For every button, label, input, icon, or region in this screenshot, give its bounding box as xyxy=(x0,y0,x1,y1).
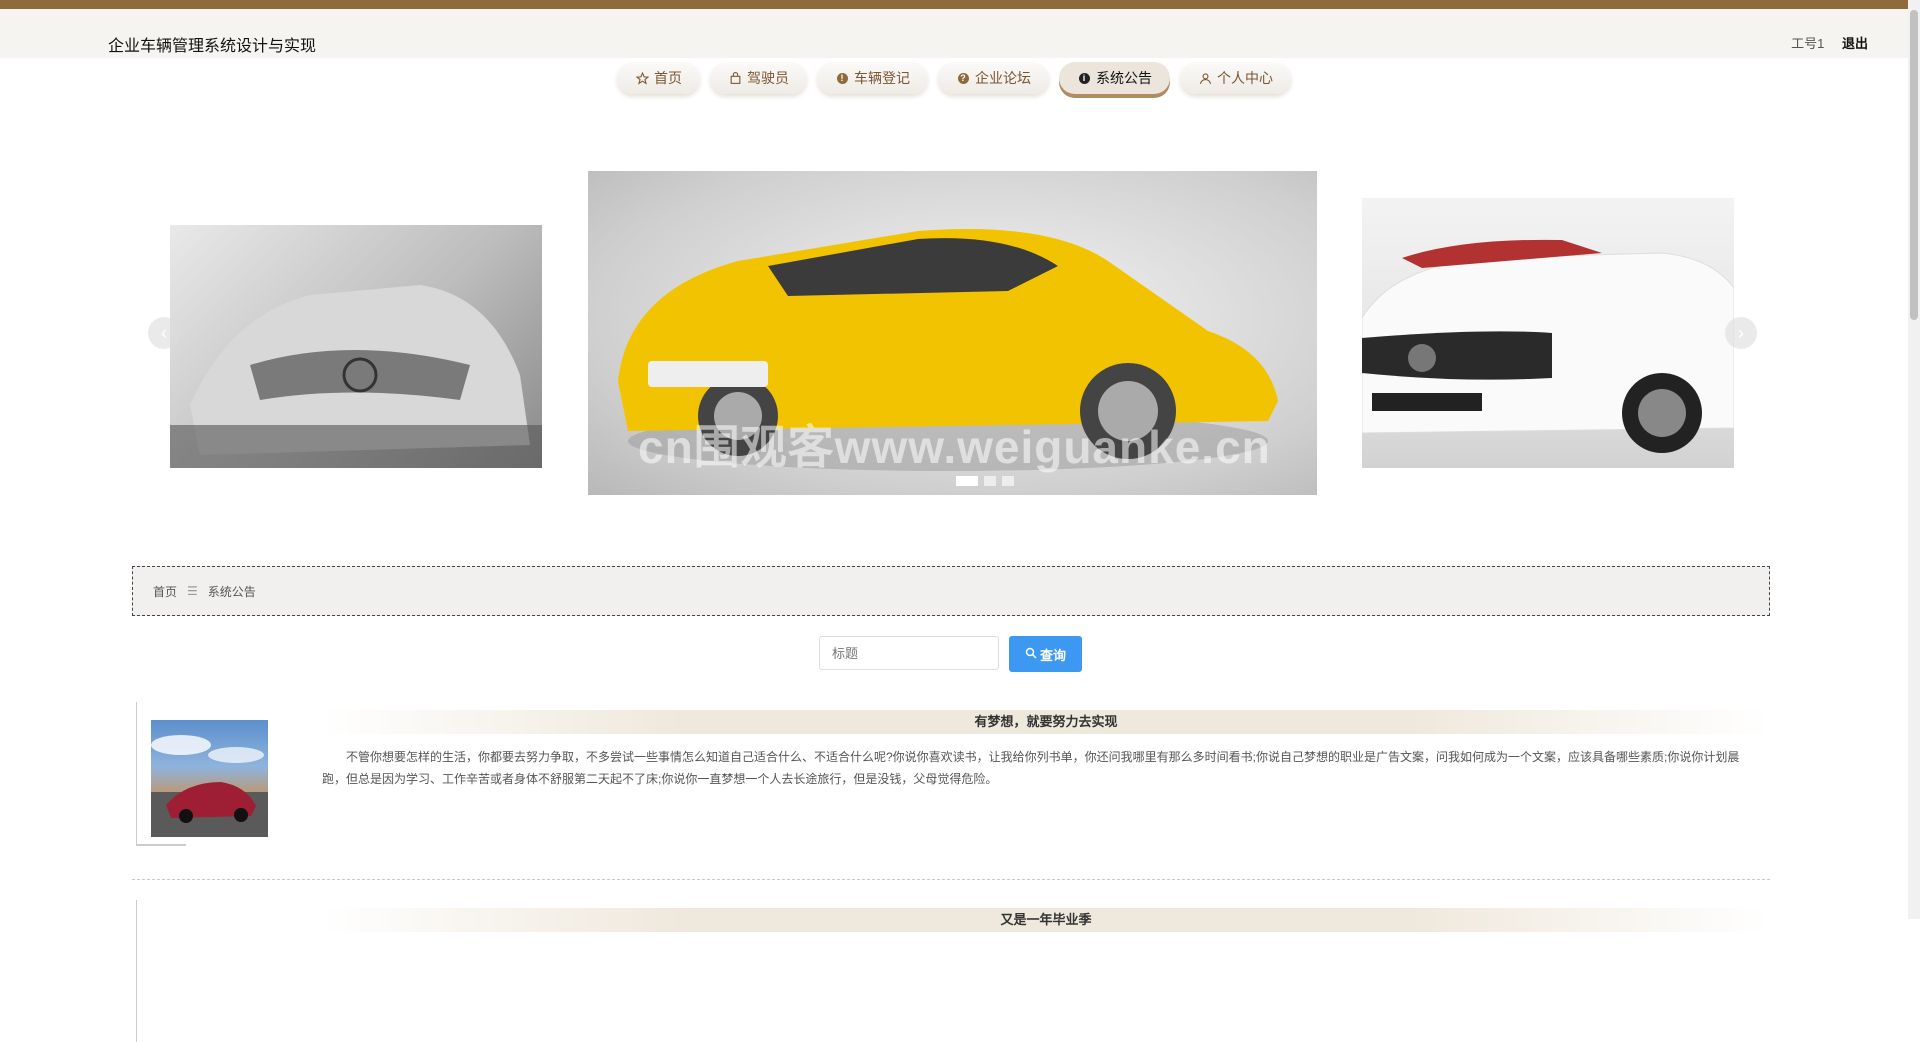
nav-item-label: 首页 xyxy=(654,70,682,86)
notice-item[interactable]: 又是一年毕业季 xyxy=(136,900,1770,1042)
nav-item-label: 系统公告 xyxy=(1096,70,1152,86)
nav-item-home[interactable]: 首页 xyxy=(617,62,700,94)
notice-thumbnail[interactable] xyxy=(151,720,268,837)
notice-border-bottom xyxy=(136,844,186,846)
nav-item-announcements[interactable]: i 系统公告 xyxy=(1059,62,1170,94)
logout-button[interactable]: 退出 xyxy=(1842,36,1868,51)
breadcrumb-current: 系统公告 xyxy=(207,584,256,599)
top-accent-bar xyxy=(0,0,1920,9)
nav-item-label: 驾驶员 xyxy=(747,70,789,86)
title-search-input[interactable] xyxy=(819,636,999,670)
notice-title[interactable]: 又是一年毕业季 xyxy=(322,908,1770,932)
info-icon: i xyxy=(1077,71,1091,85)
user-icon xyxy=(1198,71,1212,85)
notice-title[interactable]: 有梦想，就要努力去实现 xyxy=(322,710,1770,734)
breadcrumb: 首页 ☰ 系统公告 xyxy=(132,566,1770,616)
nav-item-vehicle-registration[interactable]: ! 车辆登记 xyxy=(817,62,928,94)
nav-item-profile[interactable]: 个人中心 xyxy=(1180,62,1291,94)
notice-divider xyxy=(132,879,1770,880)
header: 企业车辆管理系统设计与实现 工号1 退出 xyxy=(0,9,1908,58)
car-carousel: cn围观客www.weiguanke.cn ‹ › xyxy=(0,150,1908,510)
carousel-slide-white-car[interactable] xyxy=(1362,198,1734,468)
nav-item-label: 车辆登记 xyxy=(854,70,910,86)
carousel-dot[interactable] xyxy=(1002,476,1014,486)
star-icon xyxy=(635,71,649,85)
notice-body: 不管你想要怎样的生活，你都要去努力争取，不多尝试一些事情怎么知道自己适合什么、不… xyxy=(322,750,1740,786)
scroll-thumb[interactable] xyxy=(1910,10,1918,320)
bag-icon xyxy=(728,71,742,85)
carousel-prev-button[interactable]: ‹ xyxy=(148,317,180,349)
search-icon xyxy=(1025,647,1037,662)
notice-item[interactable]: 有梦想，就要努力去实现 不管你想要怎样的生活，你都要去努力争取，不多尝试一些事情… xyxy=(136,702,1770,850)
search-bar: 查询 xyxy=(819,636,1083,672)
user-label[interactable]: 工号1 xyxy=(1791,36,1824,51)
main-nav: 首页 驾驶员 ! 车辆登记 ? 企业论坛 i 系统公告 个人中心 xyxy=(0,62,1908,94)
carousel-next-button[interactable]: › xyxy=(1725,317,1757,349)
carousel-dot[interactable] xyxy=(956,476,978,486)
notice-border xyxy=(136,702,137,844)
question-icon: ? xyxy=(956,71,970,85)
chevron-right-icon: › xyxy=(1738,322,1744,343)
nav-item-drivers[interactable]: 驾驶员 xyxy=(710,62,807,94)
site-title: 企业车辆管理系统设计与实现 xyxy=(108,38,317,55)
breadcrumb-separator-icon: ☰ xyxy=(187,584,198,598)
page-scrollbar[interactable] xyxy=(1908,0,1920,919)
search-button[interactable]: 查询 xyxy=(1009,636,1083,672)
notice-border xyxy=(136,900,137,1042)
nav-item-forum[interactable]: ? 企业论坛 xyxy=(938,62,1049,94)
user-area: 工号1 退出 xyxy=(1777,33,1868,52)
carousel-slide-silver-car[interactable] xyxy=(170,225,542,468)
nav-item-label: 个人中心 xyxy=(1217,70,1273,86)
carousel-indicators xyxy=(956,476,1014,486)
exclamation-icon: ! xyxy=(835,71,849,85)
carousel-watermark: cn围观客www.weiguanke.cn xyxy=(638,421,1271,473)
breadcrumb-home[interactable]: 首页 xyxy=(153,583,177,600)
search-button-label: 查询 xyxy=(1040,647,1067,663)
carousel-slide-yellow-car[interactable]: cn围观客www.weiguanke.cn xyxy=(588,171,1317,495)
carousel-dot[interactable] xyxy=(984,476,996,486)
chevron-left-icon: ‹ xyxy=(161,322,167,343)
nav-item-label: 企业论坛 xyxy=(975,70,1031,86)
